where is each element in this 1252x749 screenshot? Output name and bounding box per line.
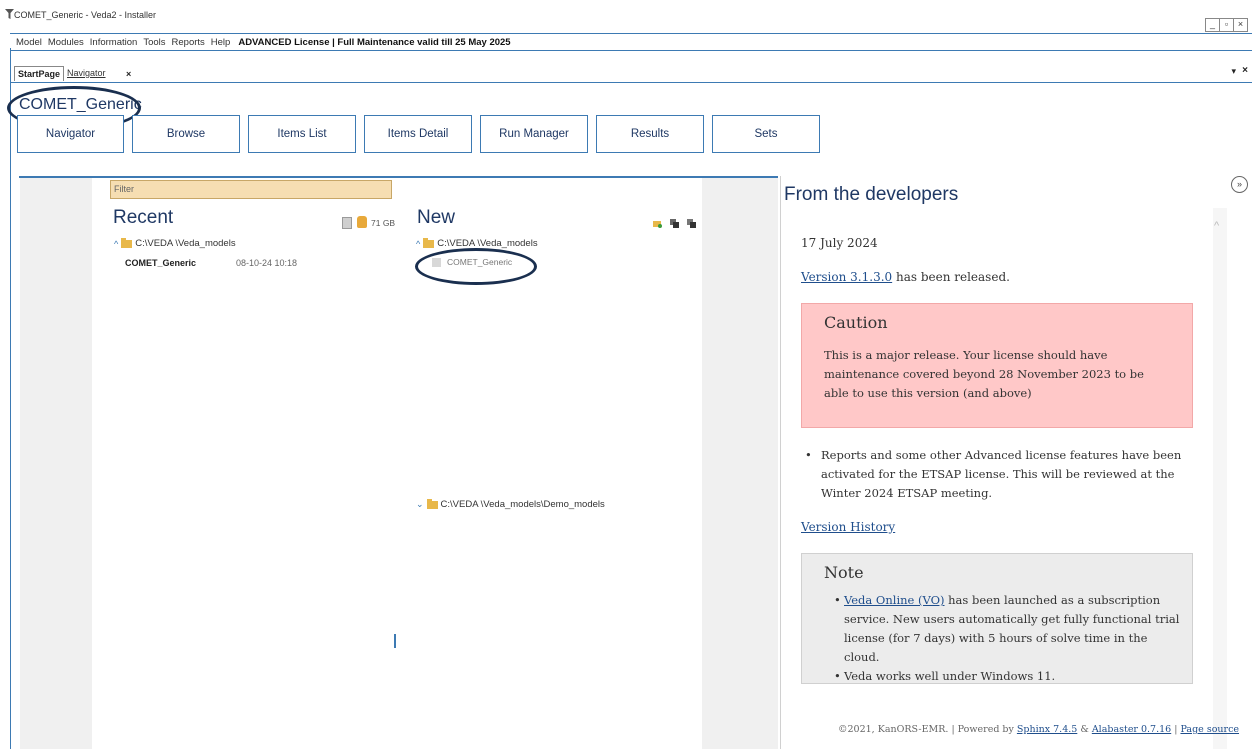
note-item-text: Veda works well under Windows 11.: [844, 669, 1056, 683]
chevron-down-icon[interactable]: ⌄: [416, 499, 424, 510]
release-line: Version 3.1.3.0 has been released.: [801, 270, 1010, 284]
menu-help[interactable]: Help: [211, 37, 231, 48]
menu-information[interactable]: Information: [90, 37, 138, 48]
maximize-icon[interactable]: ▫: [1219, 18, 1234, 32]
disk-icon: [357, 216, 367, 228]
copy-icon[interactable]: [670, 219, 679, 228]
folder-icon: [426, 498, 438, 509]
version-history-link[interactable]: Version History: [801, 520, 895, 534]
menu-modules[interactable]: Modules: [48, 37, 84, 48]
menu-model[interactable]: Model: [16, 37, 42, 48]
tab-startpage[interactable]: StartPage: [14, 66, 65, 81]
note-title: Note: [824, 563, 864, 582]
veda-online-link[interactable]: Veda Online (VO): [844, 593, 945, 607]
chevron-up-icon[interactable]: ^: [114, 239, 118, 249]
bullet-text: Reports and some other Advanced license …: [821, 448, 1182, 500]
license-bullet: • Reports and some other Advanced licens…: [805, 446, 1205, 503]
note-item: • Veda works well under Windows 11.: [834, 669, 1056, 683]
menu-bar: Model Modules Information Tools Reports …: [10, 33, 1252, 51]
annotation-circle: [415, 248, 537, 285]
window-title: COMET_Generic - Veda2 - Installer: [14, 10, 157, 20]
expand-icon[interactable]: »: [1231, 176, 1248, 193]
release-text: has been released.: [892, 270, 1010, 284]
minimize-icon[interactable]: _: [1205, 18, 1220, 32]
results-button[interactable]: Results: [596, 115, 704, 153]
folder-icon: [423, 237, 435, 248]
footer-text: ©2021, KanORS-EMR. | Powered by: [838, 724, 1017, 735]
recent-heading: Recent: [113, 207, 174, 228]
note-list: • Veda Online (VO) has been launched as …: [834, 591, 1184, 686]
filter-input[interactable]: Filter: [110, 180, 392, 199]
demo-folder-row[interactable]: ⌄ C:\VEDA \Veda_models\Demo_models: [416, 498, 605, 510]
navigator-button[interactable]: Navigator: [17, 115, 124, 153]
folder-icon: [121, 237, 133, 248]
disk-space: 71 GB: [371, 218, 396, 228]
version-link[interactable]: Version 3.1.3.0: [801, 270, 892, 284]
news-date: 17 July 2024: [801, 236, 878, 250]
text-cursor: [394, 634, 396, 648]
recent-folder-row[interactable]: ^ C:\VEDA \Veda_models: [114, 237, 236, 249]
sphinx-link[interactable]: Sphinx 7.4.5: [1017, 724, 1077, 735]
scroll-up-icon[interactable]: ^: [1214, 220, 1219, 232]
app-funnel-icon: [5, 9, 14, 19]
alabaster-link[interactable]: Alabaster 0.7.16: [1092, 724, 1171, 735]
license-status: ADVANCED License | Full Maintenance vali…: [238, 36, 511, 48]
window-controls: _ ▫ ×: [1205, 18, 1248, 32]
copy-all-icon[interactable]: [687, 219, 696, 228]
new-folder-icon[interactable]: [653, 219, 662, 228]
document-icon[interactable]: [342, 217, 352, 229]
tab-navigator[interactable]: Navigator: [64, 66, 109, 80]
left-border: [10, 48, 11, 749]
menu-reports[interactable]: Reports: [172, 37, 205, 48]
tab-list-dropdown-icon[interactable]: ▾: [1231, 66, 1236, 77]
panel-close-icon[interactable]: ×: [1242, 65, 1248, 76]
demo-folder-path: C:\VEDA \Veda_models\Demo_models: [440, 499, 605, 510]
tab-close-icon[interactable]: ×: [126, 69, 131, 79]
caution-title: Caution: [824, 313, 888, 332]
recent-model-date: 08-10-24 10:18: [236, 258, 298, 268]
items-detail-button[interactable]: Items Detail: [364, 115, 472, 153]
scrollbar[interactable]: [1213, 208, 1227, 749]
title-bar: COMET_Generic - Veda2 - Installer: [0, 0, 1252, 30]
caution-body: This is a major release. Your license sh…: [824, 348, 1144, 400]
run-manager-button[interactable]: Run Manager: [480, 115, 588, 153]
page-source-link[interactable]: Page source: [1180, 724, 1239, 735]
items-list-button[interactable]: Items List: [248, 115, 356, 153]
footer-text: &: [1077, 724, 1092, 735]
recent-folder-path: C:\VEDA \Veda_models: [135, 238, 236, 249]
recent-model-name[interactable]: COMET_Generic: [125, 258, 196, 268]
new-heading: New: [417, 207, 456, 228]
sets-button[interactable]: Sets: [712, 115, 820, 153]
menu-tools[interactable]: Tools: [143, 37, 165, 48]
chevron-up-icon[interactable]: ^: [416, 239, 420, 249]
note-item: • Veda Online (VO) has been launched as …: [834, 593, 1180, 664]
tab-strip: StartPage Navigator ×: [10, 64, 1252, 83]
close-icon[interactable]: ×: [1233, 18, 1248, 32]
developers-title: From the developers: [784, 184, 959, 205]
browse-button[interactable]: Browse: [132, 115, 240, 153]
footer: ©2021, KanORS-EMR. | Powered by Sphinx 7…: [838, 724, 1239, 735]
